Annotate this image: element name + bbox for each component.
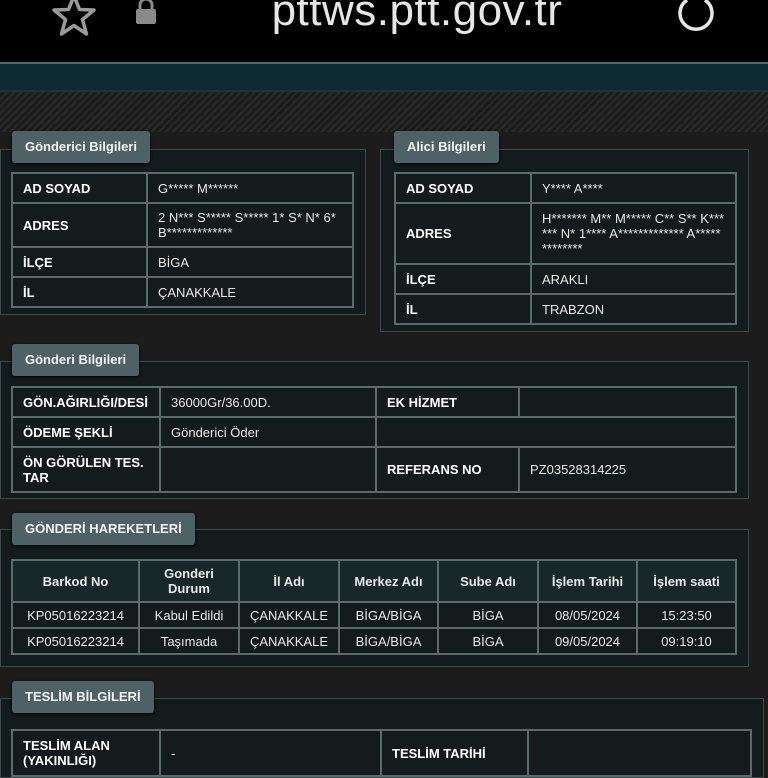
cell-barcode: KP05016223214 xyxy=(11,627,140,655)
table-row: ÖDEME ŞEKLİ Gönderici Öder xyxy=(11,416,737,448)
extra-service-label: EK HİZMET xyxy=(375,386,520,418)
table-row: İLÇE BİGA xyxy=(11,246,354,278)
cell-status: Taşımada xyxy=(138,627,240,655)
sender-address-value: 2 N*** S***** S***** 1* S* N* 6* B******… xyxy=(146,202,354,248)
col-branch: Sube Adı xyxy=(437,559,539,603)
cell-date: 09/05/2024 xyxy=(537,627,638,655)
reload-icon[interactable] xyxy=(676,0,716,32)
table-row: KP05016223214 Taşımada ÇANAKKALE BİGA/Bİ… xyxy=(11,627,737,655)
table-row: ÖN GÖRÜLEN TES. TAR REFERANS NO PZ035283… xyxy=(11,446,737,493)
receiver-district-label: İLÇE xyxy=(394,263,532,295)
receiver-table: AD SOYAD Y**** A**** ADRES H******* M** M*… xyxy=(394,172,737,325)
site-header-bar xyxy=(0,62,768,92)
receiver-city-label: İL xyxy=(394,293,532,325)
table-row: GÖN.AĞIRLIĞI/DESİ 36000Gr/36.00D. EK HİZ… xyxy=(11,386,737,418)
sender-district-value: BİGA xyxy=(146,246,354,278)
table-row: İL TRABZON xyxy=(394,293,737,325)
delivery-receiver-label: TESLİM ALAN (YAKINLIĞI) xyxy=(11,729,161,777)
cell-time: 15:23:50 xyxy=(636,601,737,629)
receiver-address-label: ADRES xyxy=(394,202,532,265)
sender-address-label: ADRES xyxy=(11,202,148,248)
expected-date-value xyxy=(159,446,377,493)
receiver-title: Alici Bilgileri xyxy=(394,131,499,163)
receiver-address-value: H******* M** M***** C** S** K****** N* 1… xyxy=(530,202,737,265)
cell-date: 08/05/2024 xyxy=(537,601,638,629)
url-text[interactable]: pttws.ptt.gov.tr xyxy=(0,0,768,36)
delivery-table: TESLİM ALAN (YAKINLIĞI) - TESLİM TARİHİ xyxy=(11,729,752,777)
receiver-name-value: Y**** A**** xyxy=(530,172,737,204)
table-row: ADRES H******* M** M***** C** S** K******… xyxy=(394,202,737,265)
weight-label: GÖN.AĞIRLIĞI/DESİ xyxy=(11,386,161,418)
cell-time: 09:19:10 xyxy=(636,627,737,655)
table-row: ADRES 2 N*** S***** S***** 1* S* N* 6* B*… xyxy=(11,202,354,248)
col-city: İl Adı xyxy=(238,559,340,603)
cell-city: ÇANAKKALE xyxy=(238,627,340,655)
reference-value: PZ03528314225 xyxy=(518,446,737,493)
col-center: Merkez Adı xyxy=(338,559,439,603)
cell-city: ÇANAKKALE xyxy=(238,601,340,629)
movements-title: GÖNDERİ HAREKETLERİ xyxy=(12,513,195,545)
payment-value: Gönderici Öder xyxy=(159,416,377,448)
shipment-table: GÖN.AĞIRLIĞI/DESİ 36000Gr/36.00D. EK HİZ… xyxy=(11,386,737,493)
cell-status: Kabul Edildi xyxy=(138,601,240,629)
payment-label: ÖDEME ŞEKLİ xyxy=(11,416,161,448)
table-row: AD SOYAD Y**** A**** xyxy=(394,172,737,204)
shipment-title: Gönderi Bilgileri xyxy=(12,344,140,376)
sender-city-value: ÇANAKKALE xyxy=(146,276,354,308)
col-time: İşlem saati xyxy=(636,559,737,603)
sender-city-label: İL xyxy=(11,276,148,308)
extra-service-value xyxy=(518,386,737,418)
table-row: İL ÇANAKKALE xyxy=(11,276,354,308)
sender-table: AD SOYAD G***** M****** ADRES 2 N*** S****… xyxy=(11,172,354,308)
sender-district-label: İLÇE xyxy=(11,246,148,278)
col-barcode: Barkod No xyxy=(11,559,140,603)
cell-center: BİGA/BİGA xyxy=(338,627,439,655)
receiver-city-value: TRABZON xyxy=(530,293,737,325)
weight-value: 36000Gr/36.00D. xyxy=(159,386,377,418)
table-row: KP05016223214 Kabul Edildi ÇANAKKALE BİG… xyxy=(11,601,737,629)
cell-barcode: KP05016223214 xyxy=(11,601,140,629)
delivery-date-label: TESLİM TARİHİ xyxy=(380,729,529,777)
col-status: Gonderi Durum xyxy=(138,559,240,603)
table-header-row: Barkod No Gonderi Durum İl Adı Merkez Ad… xyxy=(11,559,737,603)
sender-title: Gönderici Bilgileri xyxy=(12,131,150,163)
table-row: AD SOYAD G***** M****** xyxy=(11,172,354,204)
reference-label: REFERANS NO xyxy=(375,446,520,493)
receiver-name-label: AD SOYAD xyxy=(394,172,532,204)
sender-name-label: AD SOYAD xyxy=(11,172,148,204)
expected-date-label: ÖN GÖRÜLEN TES. TAR xyxy=(11,446,161,493)
sender-name-value: G***** M****** xyxy=(146,172,354,204)
col-date: İşlem Tarihi xyxy=(537,559,638,603)
delivery-date-value xyxy=(527,729,752,777)
cell-branch: BİGA xyxy=(437,601,539,629)
movements-table: Barkod No Gonderi Durum İl Adı Merkez Ad… xyxy=(11,559,737,655)
browser-address-bar: pttws.ptt.gov.tr xyxy=(0,0,768,62)
cell-branch: BİGA xyxy=(437,627,539,655)
delivery-receiver-value: - xyxy=(159,729,382,777)
table-row: İLÇE ARAKLI xyxy=(394,263,737,295)
cell-center: BİGA/BİGA xyxy=(338,601,439,629)
decorative-stripes xyxy=(0,92,768,132)
table-row: TESLİM ALAN (YAKINLIĞI) - TESLİM TARİHİ xyxy=(11,729,752,777)
empty-cell xyxy=(375,416,737,448)
delivery-title: TESLİM BİLGİLERİ xyxy=(12,681,154,713)
receiver-district-value: ARAKLI xyxy=(530,263,737,295)
